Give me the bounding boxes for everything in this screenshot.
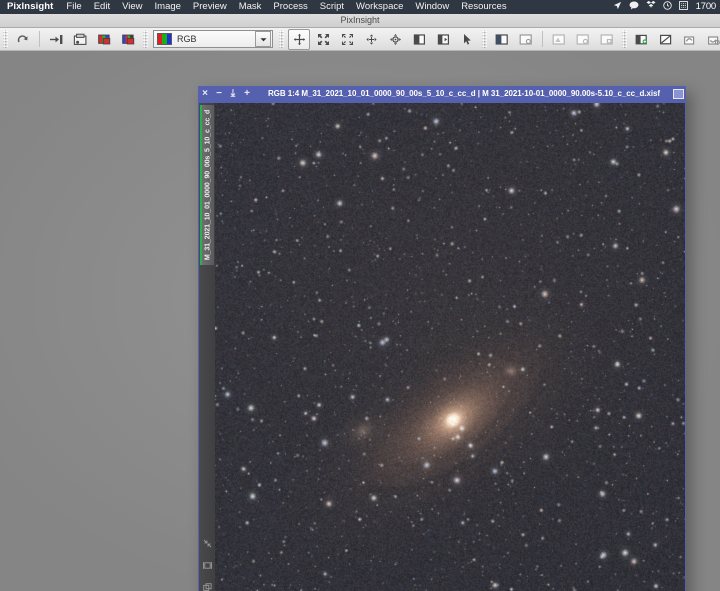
save-image-icon: [73, 33, 88, 46]
pan-icon: [293, 33, 306, 46]
duplicate-view-icon[interactable]: [202, 579, 212, 591]
image-window-body: M_31_2021_10_01_0000_90_00s_5_10_c_cc_d: [198, 102, 686, 591]
rgb-swatch-icon: [157, 33, 172, 45]
menu-item-window[interactable]: Window: [409, 0, 455, 14]
collapse-icon[interactable]: [203, 535, 212, 553]
show-mask-button[interactable]: [679, 29, 701, 50]
preview-mode-1-icon: [552, 33, 566, 46]
image-window[interactable]: × − ⤓ + RGB 1:4 M_31_2021_10_01_0000_90_…: [198, 86, 686, 591]
redo-button[interactable]: [12, 29, 34, 50]
app-title-bar: PixInsight: [0, 14, 720, 28]
rgb-image-button[interactable]: [93, 29, 115, 50]
macos-menu-bar: PixInsight File Edit View Image Preview …: [0, 0, 720, 14]
toolbar-separator-2: [542, 31, 543, 47]
channel-image-button[interactable]: [117, 29, 139, 50]
input-source-icon[interactable]: [678, 0, 688, 14]
image-window-title: RGB 1:4 M_31_2021_10_01_0000_90_00s_5_10…: [267, 89, 661, 98]
menu-item-image[interactable]: Image: [149, 0, 187, 14]
minimize-button[interactable]: −: [212, 86, 226, 102]
menu-item-view[interactable]: View: [116, 0, 148, 14]
app-window-title: PixInsight: [340, 15, 380, 25]
preview-mode-1-button[interactable]: [548, 29, 570, 50]
pointer-tool-button[interactable]: [456, 29, 478, 50]
new-preview-button[interactable]: [491, 29, 513, 50]
preview-mode-3-button[interactable]: [596, 29, 618, 50]
redo-icon: [16, 33, 30, 46]
view-tab[interactable]: M_31_2021_10_01_0000_90_00s_5_10_c_cc_d: [200, 105, 214, 265]
compare-view-button[interactable]: [432, 29, 454, 50]
menu-item-workspace[interactable]: Workspace: [350, 0, 409, 14]
open-image-button[interactable]: [45, 29, 67, 50]
view-tab-label: M_31_2021_10_01_0000_90_00s_5_10_c_cc_d: [204, 109, 212, 261]
zoom-fit-button[interactable]: [312, 29, 334, 50]
zoom-fit-icon: [317, 33, 330, 46]
maximize-button[interactable]: [670, 86, 686, 102]
preview-mode-3-icon: [600, 33, 614, 46]
zoom-move-icon: [365, 33, 378, 46]
show-mask-icon: [683, 33, 697, 46]
compare-view-icon: [437, 33, 450, 46]
preview-mode-2-button[interactable]: [572, 29, 594, 50]
toolbar-grip-5[interactable]: [622, 30, 627, 48]
toolbar-grip-2[interactable]: [143, 30, 148, 48]
edit-preview-button[interactable]: [515, 29, 537, 50]
clock-icon[interactable]: [662, 0, 672, 14]
close-button[interactable]: ×: [198, 86, 212, 102]
app-name-menu[interactable]: PixInsight: [0, 0, 60, 14]
menu-status-icons: 1700: [613, 0, 720, 14]
split-view-button[interactable]: [408, 29, 430, 50]
menu-item-process[interactable]: Process: [267, 0, 313, 14]
center-view-button[interactable]: [384, 29, 406, 50]
apply-mask-button[interactable]: [631, 29, 653, 50]
toolbar-grip-3[interactable]: [279, 30, 284, 48]
image-window-sidebar: M_31_2021_10_01_0000_90_00s_5_10_c_cc_d: [199, 103, 216, 591]
zoom-selection-icon: [341, 33, 354, 46]
preview-mode-2-icon: [576, 33, 590, 46]
apply-mask-icon: [635, 33, 649, 46]
color-space-value: RGB: [177, 34, 197, 44]
zoom-in-button[interactable]: +: [240, 86, 254, 102]
zoom-selection-button[interactable]: [336, 29, 358, 50]
open-image-icon: [49, 33, 64, 46]
sidebar-icon-group: [201, 535, 213, 591]
menu-item-file[interactable]: File: [60, 0, 87, 14]
center-view-icon: [389, 33, 402, 46]
toolbar-separator-1: [39, 31, 40, 47]
remove-mask-icon: [707, 33, 720, 46]
restore-button[interactable]: ⤓: [226, 86, 240, 102]
menu-item-script[interactable]: Script: [314, 0, 350, 14]
chevron-down-icon[interactable]: [255, 31, 271, 47]
fit-window-icon[interactable]: [202, 557, 212, 575]
color-space-combo[interactable]: RGB: [153, 30, 273, 48]
menu-item-edit[interactable]: Edit: [88, 0, 116, 14]
invert-mask-icon: [659, 33, 673, 46]
workspace-desktop[interactable]: × − ⤓ + RGB 1:4 M_31_2021_10_01_0000_90_…: [0, 50, 720, 591]
save-image-button[interactable]: [69, 29, 91, 50]
location-arrow-icon[interactable]: [613, 0, 622, 14]
chat-bubble-icon[interactable]: [629, 0, 639, 14]
pointer-icon: [461, 33, 474, 46]
pan-tool-button[interactable]: [288, 28, 310, 50]
rgb-image-icon: [97, 33, 112, 46]
toolbar-grip-1[interactable]: [3, 30, 8, 48]
zoom-move-button[interactable]: [360, 29, 382, 50]
menu-clock[interactable]: 1700: [695, 0, 717, 14]
astro-image-canvas[interactable]: [215, 103, 685, 591]
menu-item-preview[interactable]: Preview: [187, 0, 233, 14]
split-view-icon: [413, 33, 426, 46]
dropbox-icon[interactable]: [646, 0, 656, 14]
menu-item-resources[interactable]: Resources: [455, 0, 512, 14]
image-canvas-container[interactable]: [215, 103, 685, 591]
toolbar-grip-4[interactable]: [482, 30, 487, 48]
channel-image-icon: [121, 33, 136, 46]
menu-item-mask[interactable]: Mask: [233, 0, 268, 14]
image-window-title-bar[interactable]: × − ⤓ + RGB 1:4 M_31_2021_10_01_0000_90_…: [198, 86, 686, 102]
new-preview-icon: [495, 33, 509, 46]
edit-preview-icon: [519, 33, 533, 46]
invert-mask-button[interactable]: [655, 29, 677, 50]
main-toolbar: RGB: [0, 28, 720, 51]
remove-mask-button[interactable]: [703, 29, 720, 50]
